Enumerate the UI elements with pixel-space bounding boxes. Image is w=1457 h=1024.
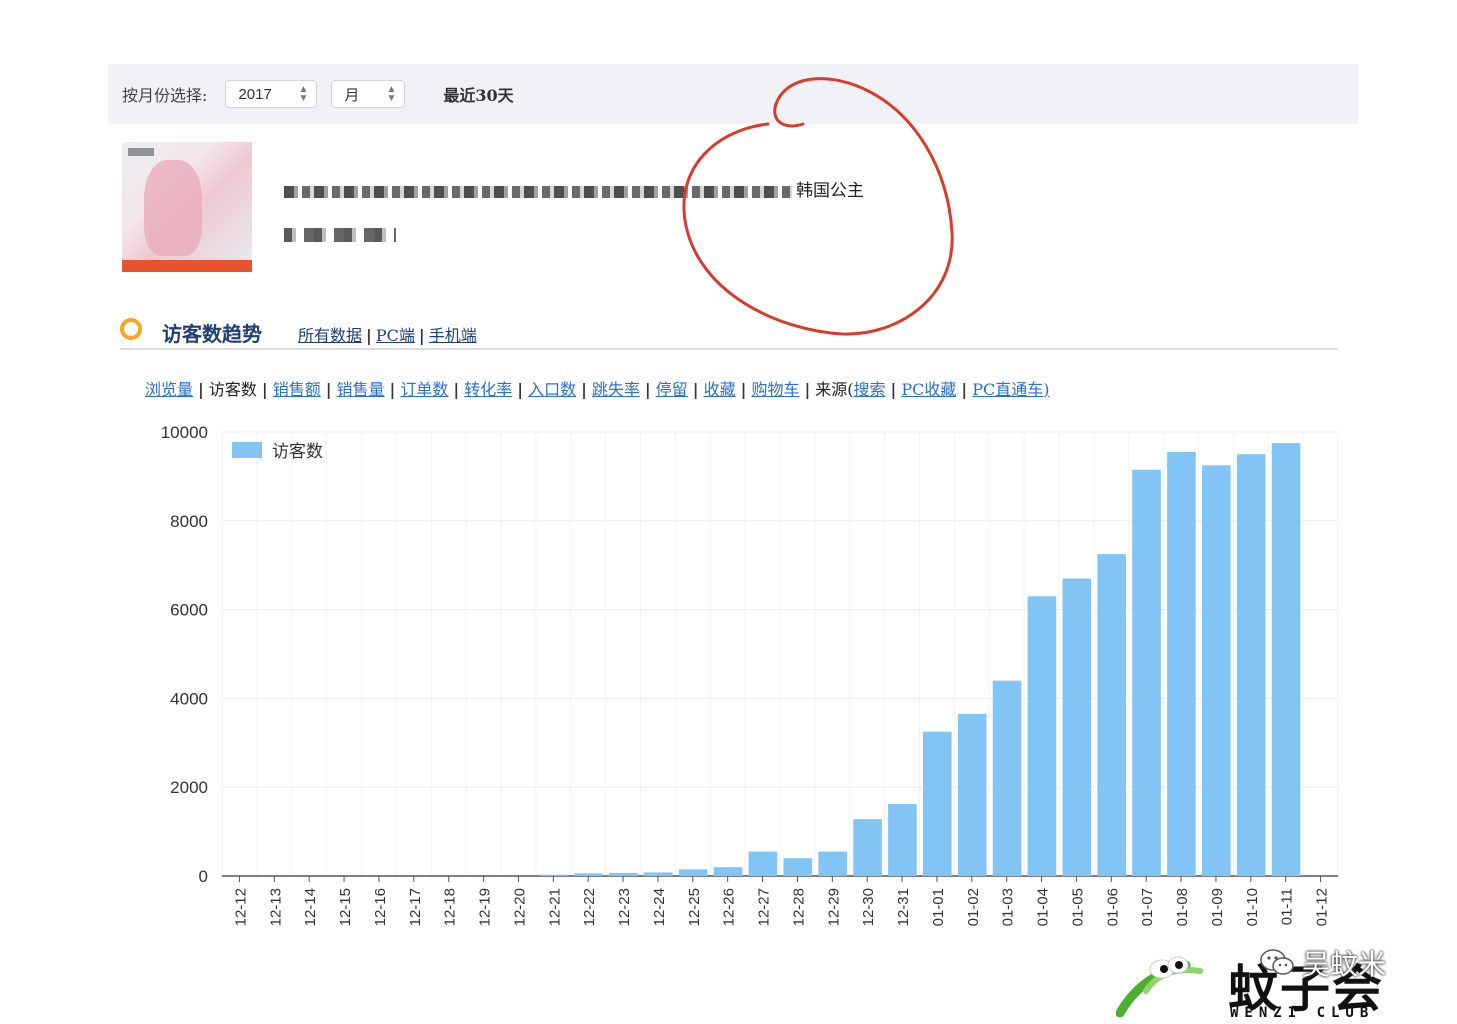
y-tick-label: 6000 <box>170 601 208 620</box>
x-tick-label: 12-19 <box>477 888 494 926</box>
visitor-bar <box>678 869 708 876</box>
visitor-bar <box>992 680 1022 876</box>
visitor-bar <box>748 851 778 876</box>
x-tick-label: 01-05 <box>1069 888 1086 926</box>
x-tick-label: 12-14 <box>302 888 319 926</box>
x-tick-label: 01-02 <box>965 888 982 926</box>
mosquito-mascot-icon <box>1116 956 1203 1017</box>
y-tick-label: 10000 <box>161 423 208 442</box>
x-tick-label: 01-08 <box>1174 888 1191 926</box>
y-tick-label: 8000 <box>170 512 208 531</box>
x-tick-label: 01-04 <box>1035 888 1052 926</box>
x-tick-label: 12-24 <box>651 888 668 926</box>
x-tick-label: 12-26 <box>721 888 738 926</box>
visitor-bar <box>643 872 673 876</box>
x-tick-label: 12-27 <box>756 888 773 926</box>
y-tick-label: 4000 <box>170 689 208 708</box>
visitor-bar <box>818 851 847 876</box>
x-tick-label: 12-25 <box>686 888 703 926</box>
x-tick-label: 12-15 <box>337 888 354 926</box>
y-tick-label: 0 <box>199 867 208 886</box>
x-tick-label: 01-01 <box>930 888 947 926</box>
x-tick-label: 01-03 <box>1000 888 1017 926</box>
visitor-bar <box>888 804 917 876</box>
x-tick-label: 12-29 <box>825 888 842 926</box>
wechat-icon <box>1260 949 1294 975</box>
account-name: 吴蚊米 <box>1302 948 1387 981</box>
visitor-bar <box>609 872 638 876</box>
visitor-bar <box>1062 578 1092 876</box>
visitor-bar <box>1236 454 1266 876</box>
x-tick-label: 12-22 <box>581 888 598 926</box>
x-tick-label: 12-21 <box>546 888 563 926</box>
x-tick-label: 12-12 <box>232 888 249 926</box>
x-tick-label: 12-31 <box>895 888 912 926</box>
visitor-bar <box>1201 465 1231 876</box>
watermark: 蚊子会 WENZI CLUB 吴蚊米 <box>1100 935 1457 1024</box>
visitor-bar <box>713 867 743 876</box>
visitor-bar <box>922 731 952 876</box>
visitor-bar <box>1097 554 1126 876</box>
visitor-bar-chart: 0 2000 4000 6000 8000 10000 12-12 12-13 12-14 12-… <box>161 423 1339 926</box>
visitor-bar <box>1132 469 1161 876</box>
x-tick-label: 01-10 <box>1244 888 1261 926</box>
x-tick-label: 01-11 <box>1279 888 1296 925</box>
x-tick-label: 12-23 <box>616 888 633 926</box>
visitor-bar <box>574 873 603 876</box>
visitor-bar <box>1271 443 1301 876</box>
visitor-bar <box>1027 596 1057 876</box>
x-tick-label: 12-20 <box>511 888 528 926</box>
x-tick-label: 01-12 <box>1314 888 1331 926</box>
x-tick-label: 12-28 <box>790 888 807 926</box>
wechat-account-tag: 吴蚊米 <box>1260 943 1386 983</box>
visitor-bar <box>539 874 568 876</box>
visitor-bar <box>783 858 813 876</box>
x-tick-label: 01-06 <box>1104 888 1121 926</box>
visitor-bar <box>957 713 987 876</box>
x-tick-label: 12-18 <box>442 888 459 926</box>
visitor-bar <box>853 819 882 876</box>
y-tick-label: 2000 <box>170 778 208 797</box>
legend-swatch <box>232 442 262 458</box>
visitor-bar <box>1167 451 1196 876</box>
x-tick-label: 12-17 <box>407 888 424 926</box>
x-tick-label: 12-13 <box>267 888 284 926</box>
x-tick-label: 12-16 <box>372 888 389 926</box>
x-tick-label: 12-30 <box>860 888 877 926</box>
x-tick-label: 01-07 <box>1139 888 1156 926</box>
legend-label: 访客数 <box>272 442 323 462</box>
x-tick-label: 01-09 <box>1209 888 1226 926</box>
club-logo-subtext: WENZI CLUB <box>1230 1005 1375 1021</box>
